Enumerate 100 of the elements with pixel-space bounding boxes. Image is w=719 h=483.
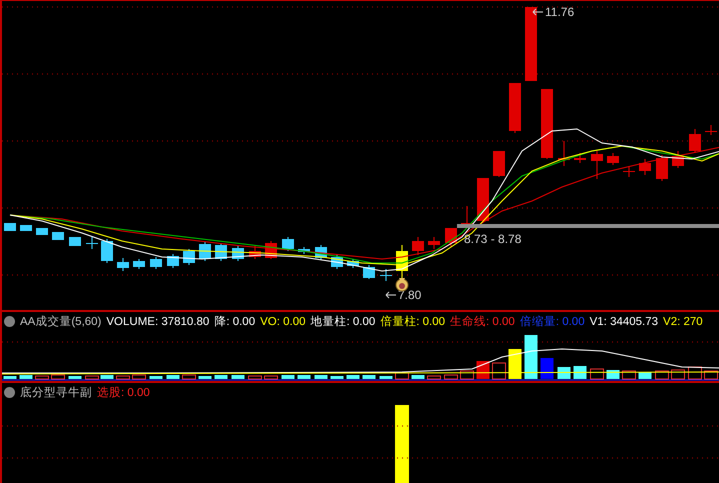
candlestick <box>69 236 81 246</box>
arrow-icon <box>532 8 544 16</box>
candlestick <box>4 222 16 232</box>
candlestick <box>705 124 717 136</box>
volume-bar <box>558 367 570 379</box>
candlestick <box>607 152 619 166</box>
volume-bar <box>166 375 180 379</box>
candlestick <box>574 152 586 164</box>
candlestick <box>86 236 98 250</box>
volume-bar <box>298 375 310 379</box>
candlestick <box>150 256 162 270</box>
volume-bar <box>198 376 212 379</box>
candlestick <box>672 150 684 168</box>
volume-bar <box>380 376 392 379</box>
legend-value: 倍量柱: 0.00 <box>380 314 446 329</box>
volume-bar <box>622 370 636 380</box>
volume-bar <box>688 366 702 380</box>
legend-value: 地量柱: 0.00 <box>310 314 376 329</box>
candlestick <box>363 264 375 280</box>
legend-value: 选股: 0.00 <box>97 386 150 400</box>
legend-value: 倍缩量: 0.00 <box>520 314 585 329</box>
candlestick <box>591 150 603 180</box>
candlestick <box>117 258 129 272</box>
high-price-label: 11.76 <box>545 5 574 19</box>
candlestick <box>298 246 310 254</box>
volume-bar <box>427 376 441 380</box>
volume-bar <box>182 374 196 380</box>
volume-bar <box>51 374 65 380</box>
volume-bar <box>412 375 424 379</box>
volume-bar <box>540 358 554 379</box>
candlestick <box>623 166 635 178</box>
volume-bar <box>264 376 278 380</box>
candlestick <box>282 236 294 252</box>
volume-bar <box>524 335 538 379</box>
indicator-title: 底分型寻牛副 <box>20 385 92 400</box>
volume-bar <box>150 376 162 379</box>
volume-bar <box>460 370 474 380</box>
legend-value: 降: 0.00 <box>214 314 256 329</box>
price-range-label: 8.73 - 8.78 <box>464 232 522 246</box>
money-bag-icon <box>396 278 408 292</box>
candlestick <box>101 238 113 264</box>
candlestick <box>36 228 48 236</box>
candlestick <box>199 242 211 262</box>
candlestick <box>331 254 343 270</box>
legend-value: VOLUME: 37810.80 <box>106 316 210 328</box>
volume-bar <box>85 376 99 380</box>
volume-bar <box>35 376 49 380</box>
candlestick <box>396 244 408 280</box>
volume-bar <box>4 376 16 379</box>
legend-value: VO: 0.00 <box>260 316 306 328</box>
candlestick <box>461 206 473 226</box>
volume-bar <box>132 374 146 380</box>
volume-bar <box>492 362 506 380</box>
legend-value: 生命线: 0.00 <box>450 314 515 329</box>
collapse-icon[interactable] <box>4 387 15 398</box>
candlestick <box>232 246 244 262</box>
volume-bar <box>116 376 130 380</box>
volume-bar <box>68 376 82 379</box>
volume-bar <box>214 375 228 379</box>
candlestick <box>183 248 195 266</box>
candlestick <box>541 88 553 160</box>
candlestick <box>380 268 392 282</box>
volume-bar <box>590 368 604 380</box>
legend-value: V2: 270 <box>663 316 703 328</box>
candlestick <box>133 258 145 270</box>
volume-bar <box>671 370 685 380</box>
volume-bar <box>100 375 114 379</box>
volume-bar <box>655 370 669 380</box>
arrow-icon <box>386 292 396 298</box>
volume-bar <box>314 375 328 379</box>
volume-bar <box>395 372 409 380</box>
candlestick <box>249 246 261 260</box>
candlestick <box>639 158 651 176</box>
volume-bar <box>282 375 294 379</box>
candlestick <box>412 236 424 256</box>
candlestick <box>347 258 359 268</box>
volume-bar <box>346 375 360 379</box>
candlestick <box>493 150 505 178</box>
volume-bar <box>330 376 344 379</box>
candlestick <box>167 254 179 268</box>
candlestick <box>509 82 521 134</box>
volume-bar <box>704 370 718 380</box>
volume-bar <box>574 366 586 379</box>
volume-bar <box>232 375 244 379</box>
candlestick <box>477 178 489 224</box>
volume-bar <box>20 375 32 379</box>
candlestick <box>20 224 32 232</box>
indicator-title: AA成交量(5,60) <box>20 314 102 329</box>
candlestick <box>428 236 440 250</box>
candlestick <box>656 154 668 182</box>
collapse-icon[interactable] <box>4 316 15 327</box>
low-price-label: 7.80 <box>398 288 422 302</box>
legend-value: V1: 34405.73 <box>590 316 658 328</box>
volume-bar <box>362 375 376 379</box>
candlestick <box>689 128 701 154</box>
volume-bar <box>508 349 522 379</box>
volume-bar <box>248 376 262 380</box>
candlestick <box>558 140 570 166</box>
volume-bar <box>444 374 458 380</box>
candlestick <box>52 232 64 240</box>
